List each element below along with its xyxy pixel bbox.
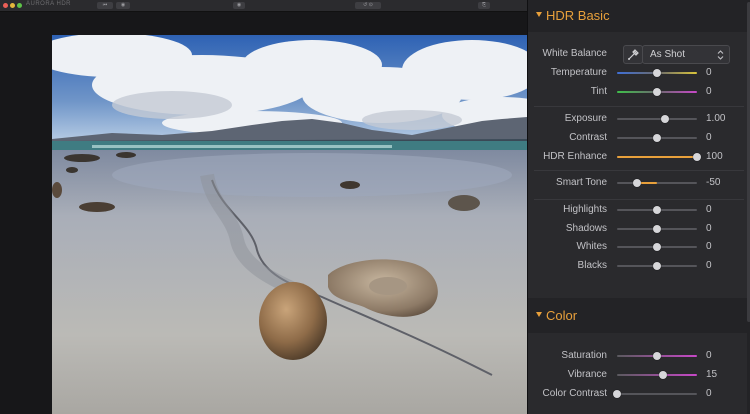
section-header-color[interactable]: Color	[528, 298, 747, 333]
slider-row-tint: Tint 0	[528, 83, 747, 101]
slider-label: Whites	[576, 241, 607, 253]
slider-knob[interactable]	[653, 224, 661, 233]
slider-value[interactable]: 0	[706, 223, 712, 234]
slider-row-shadows: Shadows 0	[528, 220, 747, 238]
landscape-photo[interactable]	[52, 35, 527, 414]
slider-knob[interactable]	[693, 153, 701, 161]
slider-knob[interactable]	[613, 390, 621, 398]
section-title: HDR Basic	[546, 8, 610, 23]
app-title: AURORA HDR	[26, 1, 72, 7]
contrast-slider[interactable]	[617, 134, 697, 142]
slider-knob[interactable]	[653, 134, 661, 142]
image-canvas[interactable]	[0, 12, 527, 414]
divider	[534, 199, 744, 200]
slider-fill	[617, 156, 697, 158]
eyedropper-icon[interactable]	[623, 45, 643, 64]
export-button[interactable]: ⎘	[478, 2, 490, 9]
divider	[534, 170, 744, 171]
slider-knob[interactable]	[653, 69, 661, 77]
slider-row-smart-tone: Smart Tone -50	[528, 174, 747, 192]
slider-label: Temperature	[550, 67, 607, 78]
slider-knob[interactable]	[659, 371, 667, 379]
slider-value[interactable]: 0	[706, 241, 712, 252]
hdr-enhance-slider[interactable]	[617, 153, 701, 161]
slider-label: Exposure	[564, 113, 607, 124]
slider-knob[interactable]	[653, 206, 661, 214]
slider-row-color-contrast: Color Contrast 0	[528, 385, 747, 403]
slider-knob[interactable]	[653, 262, 661, 271]
exposure-slider[interactable]	[617, 115, 697, 123]
slider-row-saturation: Saturation 0	[528, 347, 747, 365]
slider-label: Smart Tone	[556, 177, 607, 188]
minimize-window-button[interactable]	[10, 3, 15, 8]
vibrance-slider[interactable]	[617, 371, 697, 379]
slider-row-whites: Whites 0	[528, 238, 747, 256]
slider-label: Saturation	[561, 350, 607, 361]
collapse-triangle-icon[interactable]	[536, 12, 542, 17]
saturation-slider[interactable]	[617, 352, 697, 360]
slider-value[interactable]: 0	[706, 350, 712, 361]
slider-row-blacks: Blacks 0	[528, 257, 747, 275]
top-toolbar: AURORA HDR ⏮︎ ◉ ◉ ↺ ⊙ ⎘	[0, 0, 527, 12]
whites-slider[interactable]	[617, 243, 697, 252]
slider-value[interactable]: 0	[706, 204, 712, 215]
temperature-slider[interactable]	[617, 69, 697, 77]
highlights-slider[interactable]	[617, 206, 697, 214]
slider-value[interactable]: 15	[706, 369, 717, 380]
slider-row-temperature: Temperature 0	[528, 64, 747, 82]
slider-row-vibrance: Vibrance 15	[528, 366, 747, 384]
slider-label: Tint	[590, 85, 607, 97]
slider-label: Blacks	[577, 260, 607, 272]
color-contrast-slider[interactable]	[613, 390, 697, 398]
section-title: Color	[546, 308, 578, 323]
presets-button[interactable]: ◉	[116, 2, 130, 9]
slider-label: Shadows	[565, 222, 607, 234]
slider-knob[interactable]	[653, 87, 661, 96]
zoom-window-button[interactable]	[17, 3, 22, 8]
slider-value[interactable]: 100	[706, 151, 723, 162]
compare-button[interactable]: ◉	[233, 2, 245, 9]
slider-value[interactable]: 0	[706, 260, 712, 271]
slider-knob[interactable]	[633, 179, 641, 187]
undo-redo-button[interactable]: ↺ ⊙	[355, 2, 381, 9]
white-balance-select[interactable]: As Shot	[642, 45, 730, 64]
slider-label: Contrast	[569, 132, 607, 143]
white-balance-label: White Balance	[542, 48, 607, 59]
smart-tone-slider[interactable]	[617, 179, 697, 187]
slider-value[interactable]: 1.00	[706, 113, 725, 124]
close-window-button[interactable]	[3, 3, 8, 8]
slider-label: Color Contrast	[542, 388, 607, 399]
slider-label: Vibrance	[567, 369, 607, 380]
slider-value[interactable]: -50	[706, 177, 720, 188]
slider-knob[interactable]	[653, 352, 661, 360]
shadows-slider[interactable]	[617, 224, 697, 233]
white-balance-row: White Balance As Shot	[528, 43, 747, 65]
section-header-hdr-basic[interactable]: HDR Basic	[528, 0, 747, 32]
slider-label: Highlights	[563, 204, 607, 215]
slider-label: HDR Enhance	[543, 151, 607, 162]
slider-row-contrast: Contrast 0	[528, 129, 747, 147]
history-button[interactable]: ⏮︎	[97, 2, 113, 9]
divider	[534, 106, 744, 107]
slider-row-hdr-enhance: HDR Enhance 100	[528, 148, 747, 166]
collapse-triangle-icon[interactable]	[536, 312, 542, 317]
slider-knob[interactable]	[661, 115, 669, 123]
slider-knob[interactable]	[653, 243, 661, 252]
tint-slider[interactable]	[617, 87, 697, 96]
slider-row-exposure: Exposure 1.00	[528, 110, 747, 128]
slider-row-highlights: Highlights 0	[528, 201, 747, 219]
slider-value[interactable]: 0	[706, 132, 712, 143]
slider-value[interactable]: 0	[706, 86, 712, 97]
white-balance-value: As Shot	[650, 49, 686, 60]
adjustments-panel: HDR Basic White Balance As Shot Temperat…	[527, 0, 750, 414]
slider-value[interactable]: 0	[706, 388, 712, 399]
slider-value[interactable]: 0	[706, 67, 712, 78]
blacks-slider[interactable]	[617, 262, 697, 271]
